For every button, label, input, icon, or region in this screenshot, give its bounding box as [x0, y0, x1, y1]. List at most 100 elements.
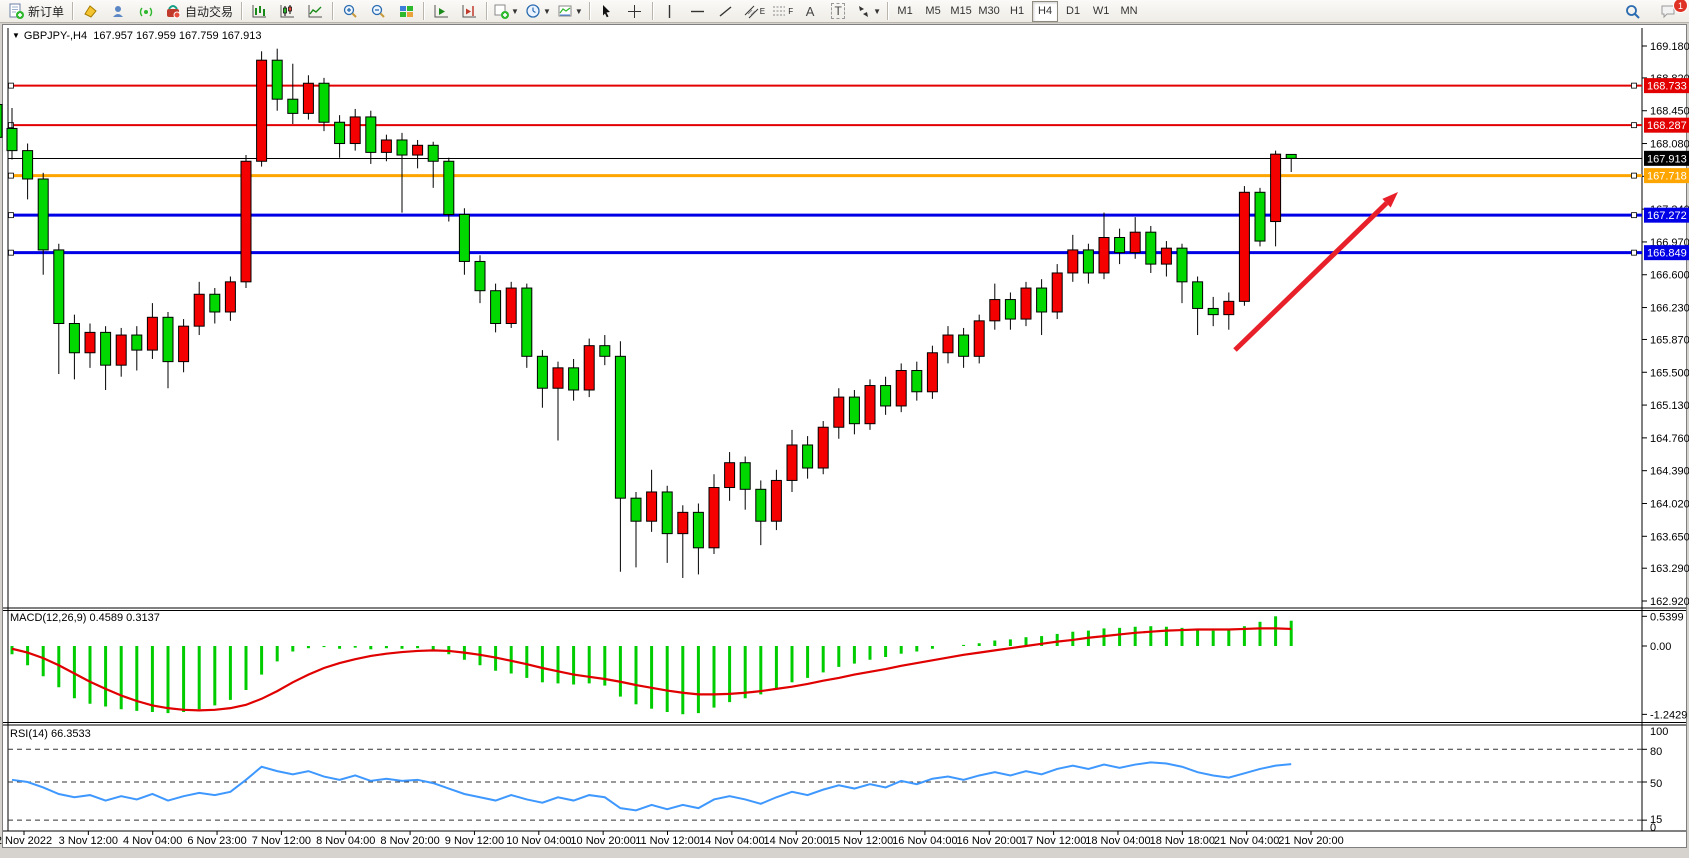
macd-indicator-label: MACD(12,26,9) 0.4589 0.3137 — [10, 612, 160, 624]
candlestick-chart-button[interactable] — [273, 0, 301, 22]
svg-text:167.913: 167.913 — [1647, 153, 1687, 165]
svg-text:165.870: 165.870 — [1650, 334, 1689, 346]
macd-pane: 0.53990.00-1.2429 — [12, 611, 1687, 721]
candle-down — [319, 83, 329, 122]
search-button[interactable] — [1619, 1, 1647, 23]
candle-up — [506, 288, 516, 323]
tile-windows-icon — [398, 3, 415, 20]
svg-text:14 Nov 04:00: 14 Nov 04:00 — [699, 835, 764, 847]
candle-down — [1115, 238, 1125, 253]
candle-down — [881, 386, 891, 406]
toolbar-right-group: 1 — [1619, 1, 1683, 23]
timeframe-button-M30[interactable]: M30 — [976, 1, 1002, 22]
text-label-tool-button[interactable]: T — [824, 0, 852, 22]
candle-up — [1130, 232, 1140, 252]
candles-layer[interactable] — [0, 49, 1296, 578]
bar-chart-button[interactable] — [245, 0, 273, 22]
auto-scroll-button[interactable] — [427, 0, 455, 22]
svg-text:15 Nov 12:00: 15 Nov 12:00 — [828, 835, 893, 847]
candle-down — [600, 346, 610, 357]
candle-down — [335, 122, 345, 143]
candle-down — [1083, 250, 1093, 273]
candle-up — [1052, 273, 1062, 312]
timeframe-button-M1[interactable]: M1 — [892, 1, 918, 22]
chart-shift-button[interactable] — [455, 0, 483, 22]
svg-text:164.020: 164.020 — [1650, 498, 1689, 510]
svg-text:165.130: 165.130 — [1650, 400, 1689, 412]
candle-down — [569, 368, 579, 390]
timeframe-group: M1M5M15M30H1H4D1W1MN — [891, 1, 1143, 22]
new-order-button[interactable]: 新订单 — [3, 0, 69, 22]
candle-up — [179, 326, 189, 361]
arrows-icon — [855, 3, 872, 20]
timeframe-button-D1[interactable]: D1 — [1060, 1, 1086, 22]
vertical-line-icon — [661, 3, 678, 20]
add-indicator-button[interactable]: ▼ — [490, 0, 522, 22]
support-resistance-lines[interactable] — [8, 83, 1642, 255]
zoom-out-button[interactable] — [364, 0, 392, 22]
timeframe-button-H4[interactable]: H4 — [1032, 1, 1058, 22]
candle-down — [615, 356, 625, 498]
templates-button[interactable]: ▼ — [554, 0, 586, 22]
arrows-tool-button[interactable]: ▼ — [852, 0, 884, 22]
periods-button[interactable]: ▼ — [522, 0, 554, 22]
line-chart-button[interactable] — [301, 0, 329, 22]
line-chart-icon — [307, 3, 324, 20]
line-handle — [9, 213, 14, 218]
svg-text:164.760: 164.760 — [1650, 433, 1689, 445]
svg-text:166.600: 166.600 — [1650, 270, 1689, 282]
candle-down — [1005, 300, 1015, 320]
trendline-icon — [717, 3, 734, 20]
candle-down — [397, 140, 407, 155]
text-tool-button[interactable]: A — [796, 0, 824, 22]
candle-up — [865, 386, 875, 424]
candle-up — [678, 512, 688, 533]
tile-windows-button[interactable] — [392, 0, 420, 22]
cursor-icon — [598, 3, 615, 20]
horizontal-line-tool-button[interactable] — [684, 0, 712, 22]
notifications-button[interactable]: 1 — [1655, 1, 1683, 23]
bar-chart-icon — [251, 3, 268, 20]
candle-up — [1099, 238, 1109, 273]
separator — [423, 2, 424, 20]
svg-text:167.272: 167.272 — [1647, 210, 1687, 222]
svg-text:169.180: 169.180 — [1650, 41, 1689, 53]
candle-up — [787, 445, 797, 480]
crosshair-tool-button[interactable] — [621, 0, 649, 22]
signals-button[interactable] — [132, 0, 160, 22]
candle-up — [990, 300, 1000, 321]
cursor-tool-button[interactable] — [593, 0, 621, 22]
navigator-button[interactable] — [104, 0, 132, 22]
text-label-tool-label: T — [831, 3, 844, 19]
candle-down — [0, 105, 2, 138]
timeframe-button-MN[interactable]: MN — [1116, 1, 1142, 22]
trendline-tool-button[interactable] — [712, 0, 740, 22]
svg-text:0: 0 — [1650, 822, 1656, 834]
chart-canvas[interactable]: 169.180168.820168.450168.080167.710167.3… — [0, 0, 1689, 858]
candle-up — [943, 335, 953, 353]
caret-down-icon: ▼ — [543, 7, 551, 16]
chevron-down-icon[interactable]: ▼ — [12, 31, 20, 40]
candle-down — [959, 335, 969, 356]
timeframe-button-M5[interactable]: M5 — [920, 1, 946, 22]
candle-down — [1193, 282, 1203, 309]
candle-down — [522, 288, 532, 356]
timeframe-button-H1[interactable]: H1 — [1004, 1, 1030, 22]
fibonacci-tool-button[interactable]: F — [768, 0, 796, 22]
svg-text:166.230: 166.230 — [1650, 303, 1689, 315]
new-order-label: 新订单 — [28, 3, 64, 20]
candle-down — [756, 489, 766, 521]
channel-tool-button[interactable]: E — [740, 0, 768, 22]
zoom-in-button[interactable] — [336, 0, 364, 22]
auto-trading-button[interactable]: 自动交易 — [160, 0, 238, 22]
svg-text:162.920: 162.920 — [1650, 596, 1689, 608]
candle-down — [1208, 308, 1218, 314]
timeframe-button-M15[interactable]: M15 — [948, 1, 974, 22]
clock-icon — [525, 3, 542, 20]
candle-down — [69, 324, 79, 353]
market-watch-button[interactable] — [76, 0, 104, 22]
vertical-line-tool-button[interactable] — [656, 0, 684, 22]
line-handle — [1632, 173, 1637, 178]
separator — [589, 2, 590, 20]
timeframe-button-W1[interactable]: W1 — [1088, 1, 1114, 22]
